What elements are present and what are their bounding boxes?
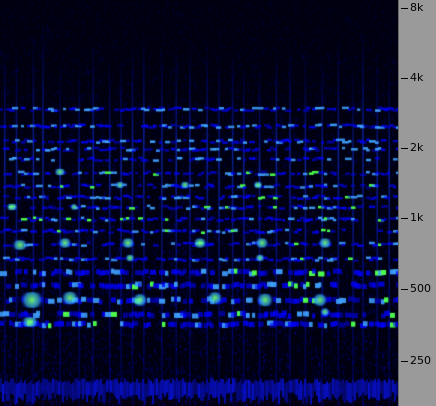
tick-mark-1k: [401, 218, 408, 219]
tick-label-250: 250: [410, 354, 431, 367]
tick-label-1k: 1k: [410, 211, 424, 224]
tick-mark-250: [401, 361, 408, 362]
tick-mark-2k: [401, 148, 408, 149]
tick-label-500: 500: [410, 282, 431, 295]
tick-label-8k: 8k: [410, 1, 424, 14]
tick-label-2k: 2k: [410, 141, 424, 154]
frequency-axis: 8k 4k 2k 1k 500 250: [398, 0, 436, 406]
tick-mark-8k: [401, 8, 408, 9]
tick-label-4k: 4k: [410, 71, 424, 84]
tick-mark-4k: [401, 78, 408, 79]
tick-mark-500: [401, 289, 408, 290]
spectrogram-canvas[interactable]: [0, 0, 398, 406]
